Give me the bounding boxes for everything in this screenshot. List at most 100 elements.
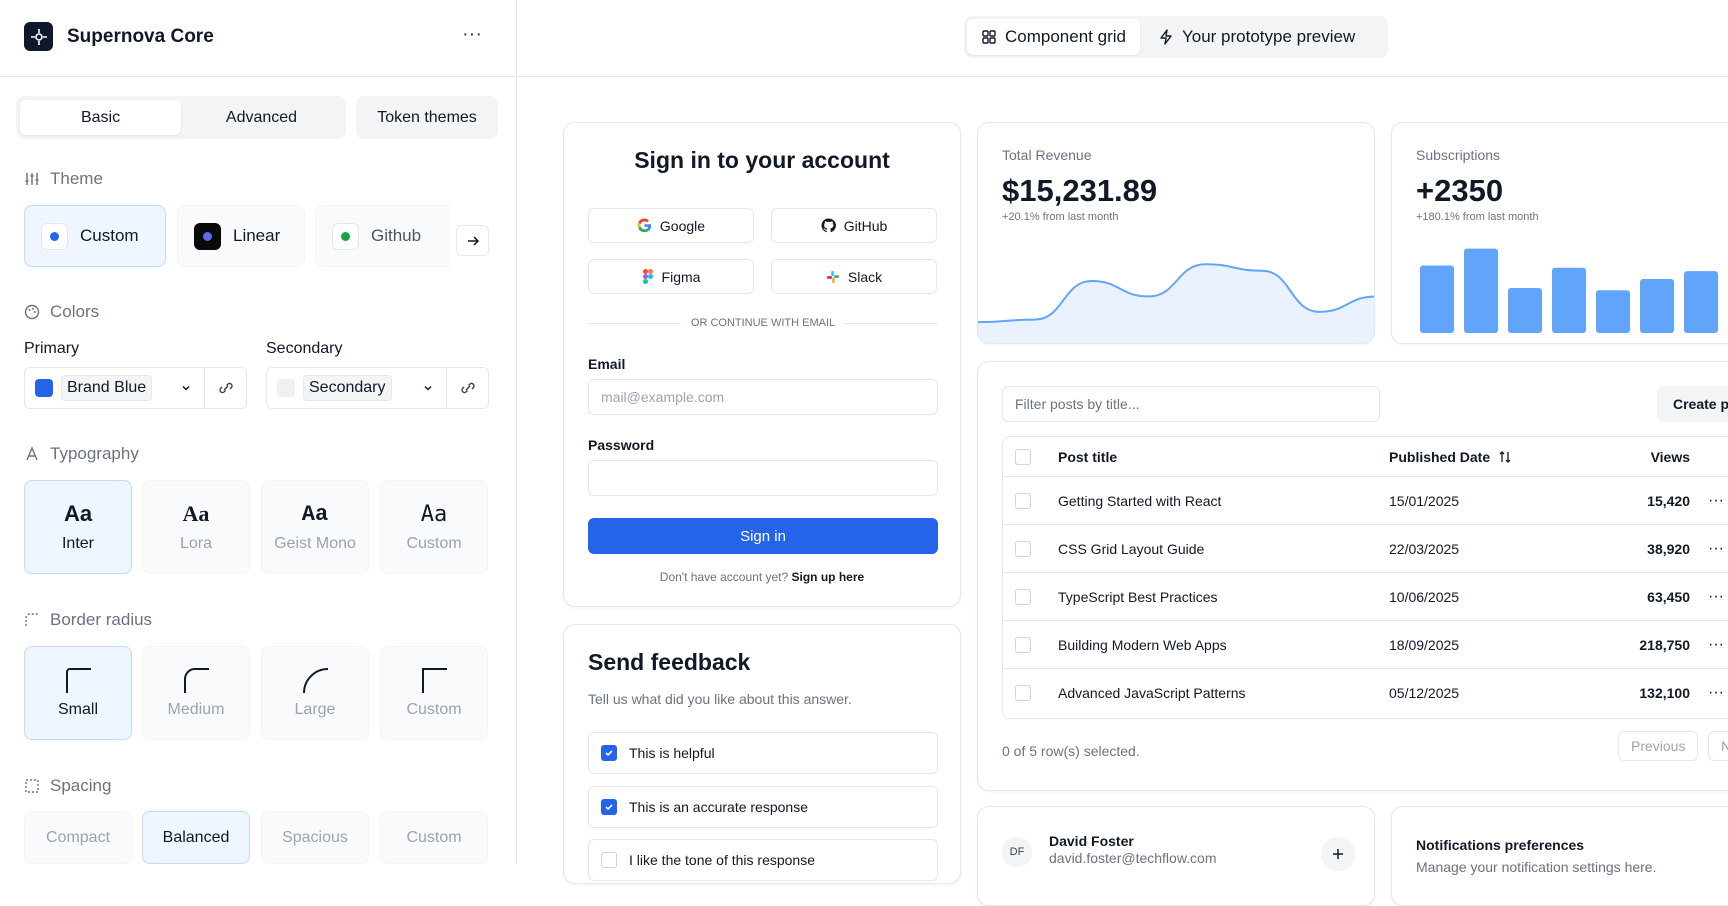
token-themes-button[interactable]: Token themes — [356, 96, 498, 139]
revenue-change: +20.1% from last month — [1002, 211, 1119, 223]
theme-option-github[interactable]: Github — [315, 205, 450, 267]
theme-section-label: Theme — [24, 169, 103, 189]
revenue-card: Total Revenue $15,231.89 +20.1% from las… — [977, 122, 1375, 344]
theme-option-linear[interactable]: Linear — [177, 205, 305, 267]
google-icon — [637, 218, 651, 233]
radius-option-medium[interactable]: Medium — [142, 646, 250, 740]
table-row: CSS Grid Layout Guide 22/03/2025 38,920 … — [1003, 525, 1728, 573]
checkbox-unchecked[interactable] — [601, 852, 617, 868]
header-published-date[interactable]: Published Date — [1389, 449, 1512, 465]
row-checkbox[interactable] — [1015, 588, 1031, 605]
notifications-card: Notifications preferences Manage your no… — [1391, 806, 1728, 906]
row-checkbox[interactable] — [1015, 636, 1031, 653]
signin-card: Sign in to your account Google GitHub Fi… — [563, 122, 961, 607]
sign-up-link[interactable]: Sign up here — [792, 570, 865, 584]
checkbox-checked[interactable] — [601, 799, 617, 815]
create-post-button[interactable]: Create post — [1657, 386, 1728, 422]
post-title: Advanced JavaScript Patterns — [1058, 685, 1246, 701]
post-date: 18/09/2025 — [1389, 636, 1460, 653]
figma-icon — [642, 269, 653, 284]
posts-table: Post title Published Date Views Getting … — [1002, 436, 1728, 719]
github-button[interactable]: GitHub — [771, 208, 937, 243]
arrow-right-icon — [467, 235, 479, 246]
sidebar: Supernova Core ··· Basic Advanced Token … — [0, 0, 517, 864]
subscriptions-value: +2350 — [1416, 173, 1504, 208]
secondary-color-picker[interactable]: Secondary — [266, 367, 489, 409]
row-actions-button[interactable]: ··· — [1708, 684, 1724, 702]
tab-basic[interactable]: Basic — [20, 100, 181, 135]
feedback-subtitle: Tell us what did you like about this ans… — [588, 691, 852, 707]
theme-option-label: Github — [371, 226, 422, 245]
figma-button[interactable]: Figma — [588, 259, 754, 294]
radius-option-label: Medium — [167, 701, 225, 718]
unlink-icon[interactable] — [204, 368, 246, 408]
google-button[interactable]: Google — [588, 208, 754, 243]
row-checkbox[interactable] — [1015, 492, 1031, 509]
tab-prototype-preview[interactable]: Your prototype preview — [1144, 19, 1369, 55]
next-button[interactable]: Next — [1708, 731, 1728, 761]
google-label: Google — [659, 217, 706, 234]
radius-option-large[interactable]: Large — [261, 646, 369, 740]
feedback-title: Send feedback — [588, 649, 751, 675]
typography-icon — [26, 446, 38, 461]
border-radius-section-label: Border radius — [24, 610, 152, 630]
theme-next-button[interactable] — [456, 225, 489, 256]
slack-button[interactable]: Slack — [771, 259, 937, 294]
primary-color-picker[interactable]: Brand Blue — [24, 367, 247, 409]
font-option-geist-mono[interactable]: Aa Geist Mono — [261, 480, 369, 574]
feedback-option[interactable]: This is helpful — [588, 732, 938, 774]
spacing-option-compact[interactable]: Compact — [24, 811, 132, 864]
filter-posts-input[interactable] — [1002, 386, 1380, 422]
row-checkbox[interactable] — [1015, 685, 1031, 701]
colors-section-label: Colors — [24, 302, 99, 322]
font-sample: Aa — [182, 501, 210, 526]
spacing-option-balanced[interactable]: Balanced — [142, 811, 250, 864]
previous-button[interactable]: Previous — [1618, 731, 1699, 761]
post-views: 15,420 — [1647, 492, 1690, 509]
more-options-button[interactable]: ··· — [458, 24, 486, 48]
row-checkbox[interactable] — [1015, 540, 1031, 557]
bar — [1464, 248, 1498, 333]
chevron-down-icon[interactable] — [410, 368, 446, 408]
password-label: Password — [588, 437, 655, 453]
revenue-label: Total Revenue — [1002, 147, 1092, 163]
font-option-inter[interactable]: Aa Inter — [24, 480, 132, 574]
feedback-option[interactable]: This is an accurate response — [588, 786, 938, 828]
password-field[interactable] — [588, 460, 938, 496]
github-icon — [821, 218, 836, 233]
theme-option-custom[interactable]: Custom — [24, 205, 166, 267]
checkbox-checked[interactable] — [601, 745, 617, 761]
row-actions-button[interactable]: ··· — [1708, 492, 1724, 510]
table-row: Getting Started with React 15/01/2025 15… — [1003, 477, 1728, 525]
feedback-card: Send feedback Tell us what did you like … — [563, 624, 961, 884]
sign-in-button[interactable]: Sign in — [588, 518, 938, 554]
font-option-custom[interactable]: Aa Custom — [380, 480, 488, 574]
chevron-down-icon[interactable] — [168, 368, 204, 408]
font-sample: Aa — [420, 501, 448, 527]
header-post-title: Post title — [1058, 448, 1118, 465]
select-all-checkbox[interactable] — [1015, 448, 1031, 465]
email-field[interactable] — [588, 379, 938, 415]
email-label: Email — [588, 356, 626, 372]
unlink-icon[interactable] — [446, 368, 488, 408]
header-views: Views — [1650, 448, 1690, 465]
row-actions-button[interactable]: ··· — [1708, 588, 1724, 606]
radius-option-small[interactable]: Small — [24, 646, 132, 740]
secondary-color-name: Secondary — [303, 375, 392, 401]
tab-advanced[interactable]: Advanced — [181, 100, 342, 135]
spacing-option-spacious[interactable]: Spacious — [261, 811, 369, 864]
person-name: David Foster — [1049, 833, 1134, 849]
logo-icon — [24, 22, 53, 51]
feedback-option-label: This is helpful — [629, 745, 715, 761]
spacing-option-custom[interactable]: Custom — [380, 811, 488, 864]
row-actions-button[interactable]: ··· — [1708, 540, 1724, 558]
font-option-lora[interactable]: Aa Lora — [142, 480, 250, 574]
avatar: DF — [1002, 837, 1032, 867]
feedback-option[interactable]: I like the tone of this response — [588, 839, 938, 881]
row-actions-button[interactable]: ··· — [1708, 636, 1724, 654]
tab-component-grid[interactable]: Component grid — [967, 19, 1140, 55]
add-person-button[interactable] — [1321, 837, 1355, 871]
border-radius-icon — [25, 613, 38, 626]
slack-icon — [826, 270, 839, 283]
radius-option-custom[interactable]: Custom — [380, 646, 488, 740]
